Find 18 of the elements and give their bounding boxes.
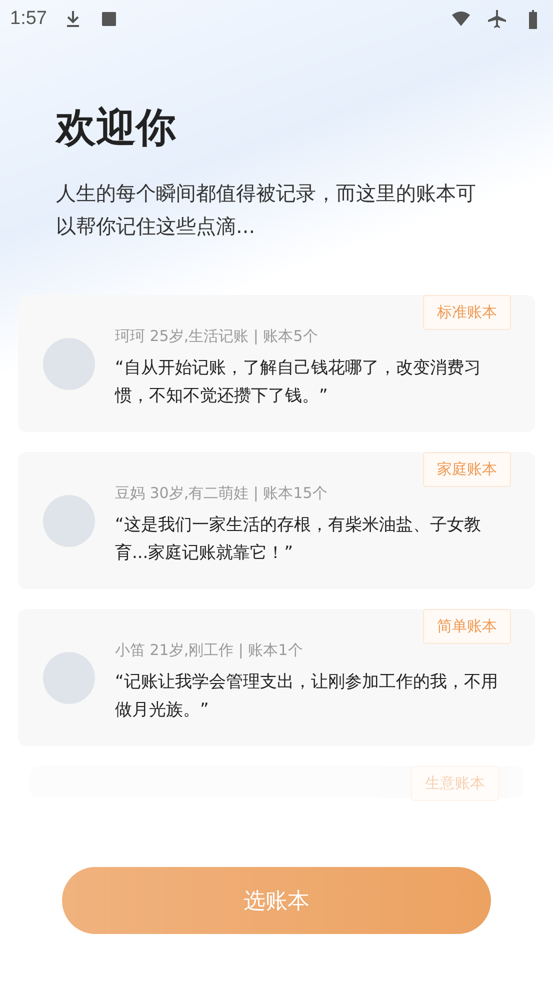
ledger-tag: 家庭账本 <box>423 452 511 487</box>
ledger-tag: 简单账本 <box>423 609 511 644</box>
avatar <box>43 338 95 390</box>
welcome-subtitle: 人生的每个瞬间都值得被记录，而这里的账本可以帮你记住这些点滴... <box>56 180 477 240</box>
testimonial-quote: “这是我们一家生活的存根，有柴米油盐、子女教育...家庭记账就靠它！” <box>115 514 482 565</box>
ledger-tag: 生意账本 <box>411 766 499 801</box>
status-time: 1:57 <box>10 8 47 30</box>
avatar <box>43 652 95 704</box>
airplane-icon <box>487 9 507 29</box>
welcome-title: 欢迎你 <box>56 104 177 153</box>
choose-ledger-button[interactable]: 选账本 <box>62 867 491 934</box>
testimonial-quote: “记账让我学会管理支出，让刚参加工作的我，不用做月光族。” <box>115 671 499 722</box>
user-info: 小笛 21岁,刚工作 | 账本1个 <box>115 641 304 660</box>
testimonial-quote: “自从开始记账，了解自己钱花哪了，改变消费习惯，不知不觉还攒下了钱。” <box>115 357 482 408</box>
avatar <box>43 494 95 546</box>
user-info: 珂珂 25岁,生活记账 | 账本5个 <box>115 327 319 346</box>
ledger-tag: 标准账本 <box>423 295 511 330</box>
user-info: 豆妈 30岁,有二萌娃 | 账本15个 <box>115 484 328 503</box>
